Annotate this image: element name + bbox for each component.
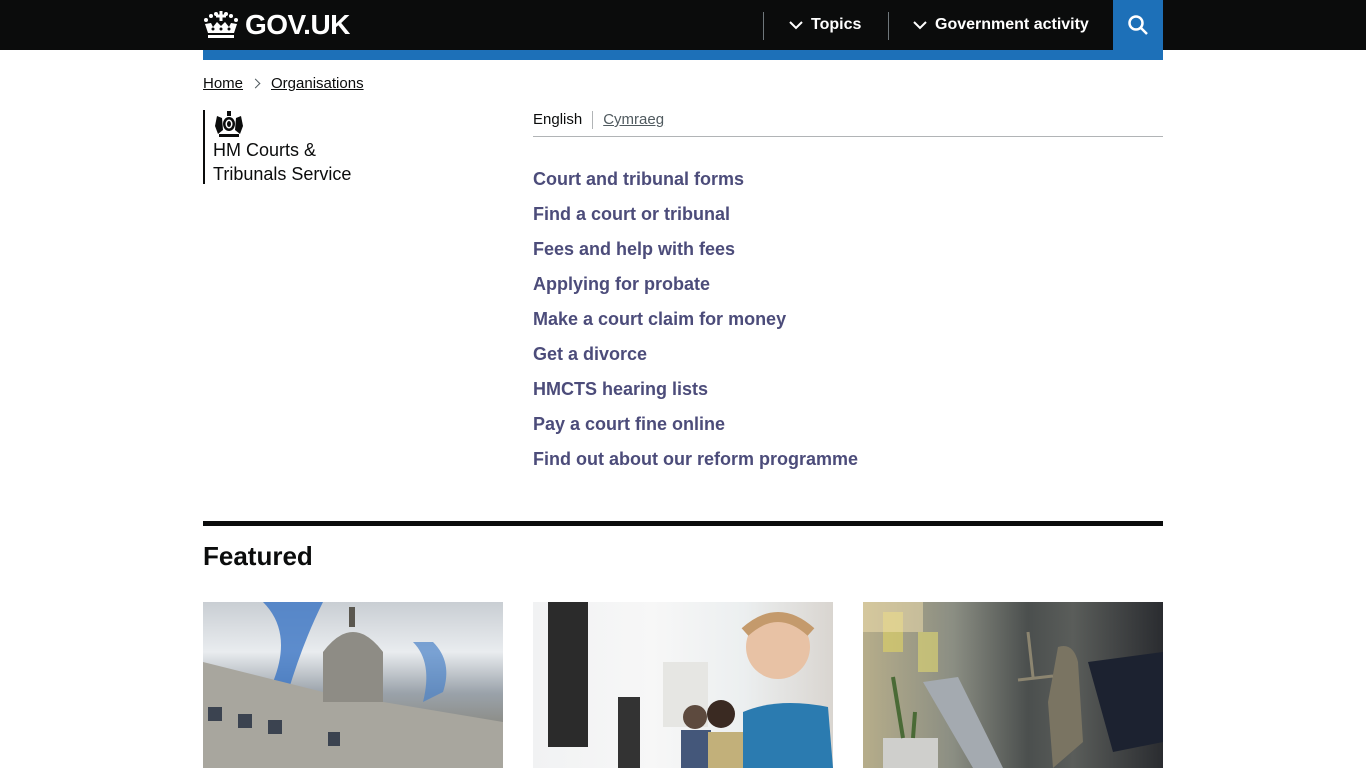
language-cymraeg-link[interactable]: Cymraeg (603, 111, 664, 128)
quick-links-list: Court and tribunal forms Find a court or… (533, 168, 858, 483)
organisation-name-line1: HM Courts & (213, 140, 317, 160)
quick-link-item: Applying for probate (533, 273, 858, 308)
call-centre-illustration (548, 602, 833, 768)
organisation-name-line2: Tribunals Service (213, 164, 352, 184)
featured-heading: Featured (203, 541, 313, 571)
logo-text: GOV.UK (245, 9, 350, 40)
nav-government-activity-button[interactable]: Government activity (913, 0, 1089, 50)
breadcrumb-organisations[interactable]: Organisations (271, 75, 364, 92)
quick-link-item: Fees and help with fees (533, 238, 858, 273)
organisation-name: HM Courts & Tribunals Service (213, 138, 363, 186)
chevron-right-icon (250, 78, 261, 89)
quick-link[interactable]: Court and tribunal forms (533, 169, 744, 189)
lady-justice-illustration (863, 602, 1163, 768)
chevron-down-icon (913, 21, 927, 30)
quick-link[interactable]: HMCTS hearing lists (533, 379, 708, 399)
section-divider (203, 521, 1163, 526)
breadcrumb: Home Organisations (203, 75, 364, 92)
breadcrumb-home[interactable]: Home (203, 75, 243, 92)
quick-link-item: Get a divorce (533, 343, 858, 378)
featured-card-image-call-centre[interactable] (533, 602, 833, 768)
nav-government-activity-label: Government activity (935, 16, 1089, 33)
nav-topics-button[interactable]: Topics (789, 0, 861, 50)
language-divider (592, 111, 594, 129)
quick-link[interactable]: Find out about our reform programme (533, 449, 858, 469)
language-switcher: English Cymraeg (533, 108, 1163, 137)
quick-link[interactable]: Find a court or tribunal (533, 204, 730, 224)
court-building-illustration (203, 602, 503, 768)
quick-link[interactable]: Make a court claim for money (533, 309, 786, 329)
crown-icon (204, 11, 238, 38)
quick-link-item: Court and tribunal forms (533, 168, 858, 203)
nav-divider (888, 12, 889, 40)
quick-link[interactable]: Fees and help with fees (533, 239, 735, 259)
quick-link-item: Make a court claim for money (533, 308, 858, 343)
search-button[interactable] (1113, 0, 1163, 50)
featured-card-image-court-building[interactable] (203, 602, 503, 768)
featured-card-image-lady-justice[interactable] (863, 602, 1163, 768)
quick-link-item: HMCTS hearing lists (533, 378, 858, 413)
quick-link[interactable]: Applying for probate (533, 274, 710, 294)
organisation-logo[interactable]: HM Courts & Tribunals Service (203, 110, 363, 184)
quick-link-item: Pay a court fine online (533, 413, 858, 448)
language-current: English (533, 111, 583, 128)
nav-divider (763, 12, 764, 40)
quick-link-item: Find out about our reform programme (533, 448, 858, 483)
quick-link-item: Find a court or tribunal (533, 203, 858, 238)
nav-topics-label: Topics (811, 16, 862, 33)
header-accent-bar (203, 50, 1163, 60)
govuk-logo-link[interactable]: GOV.UK (203, 9, 350, 41)
quick-link[interactable]: Pay a court fine online (533, 414, 725, 434)
search-icon (1128, 15, 1148, 35)
site-header: GOV.UK Topics Government activity (0, 0, 1366, 50)
quick-link[interactable]: Get a divorce (533, 344, 647, 364)
royal-coat-of-arms-icon (215, 111, 243, 137)
chevron-down-icon (789, 21, 803, 30)
